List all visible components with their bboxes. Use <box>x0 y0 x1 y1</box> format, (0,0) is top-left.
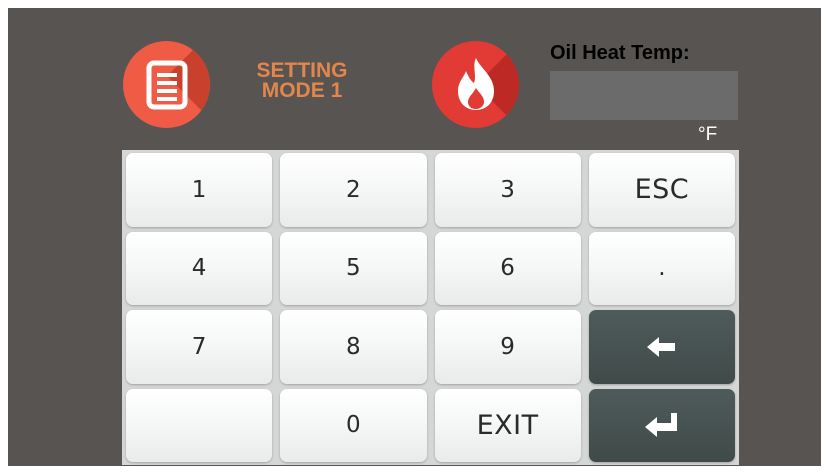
setting-label-line2: MODE 1 <box>261 79 343 102</box>
key-3[interactable]: 3 <box>434 153 581 227</box>
flame-glyph <box>458 58 494 110</box>
key-2[interactable]: 2 <box>280 153 427 227</box>
key-5[interactable]: 5 <box>280 231 427 305</box>
exit-button[interactable]: EXIT <box>434 388 581 462</box>
key-9[interactable]: 9 <box>434 310 581 384</box>
key-0[interactable]: 0 <box>280 388 427 462</box>
oil-heat-temp-label: Oil Heat Temp: <box>550 42 690 64</box>
esc-button[interactable]: ESC <box>588 153 735 227</box>
decimal-point-button[interactable]: . <box>588 231 735 305</box>
key-6[interactable]: 6 <box>434 231 581 305</box>
key-8[interactable]: 8 <box>280 310 427 384</box>
control-panel: SETTING MODE 1 Oil Heat Temp: °F 1 2 3 E… <box>8 8 821 466</box>
blank-key[interactable] <box>126 388 273 462</box>
backspace-button[interactable] <box>588 310 735 384</box>
key-7[interactable]: 7 <box>126 310 273 384</box>
document-list-glyph <box>146 60 188 110</box>
key-4[interactable]: 4 <box>126 231 273 305</box>
unit-label: °F <box>698 124 718 145</box>
enter-button[interactable] <box>588 388 735 462</box>
flame-icon[interactable] <box>432 41 519 128</box>
oil-heat-temp-field[interactable] <box>550 71 738 120</box>
numeric-keypad: 1 2 3 ESC 4 5 6 . 7 8 9 0 EXIT <box>122 150 739 465</box>
key-1[interactable]: 1 <box>126 153 273 227</box>
setting-mode-label: SETTING MODE 1 <box>240 60 364 102</box>
arrow-left-icon <box>646 336 675 357</box>
document-list-icon[interactable] <box>123 41 210 128</box>
enter-return-icon <box>644 413 677 438</box>
